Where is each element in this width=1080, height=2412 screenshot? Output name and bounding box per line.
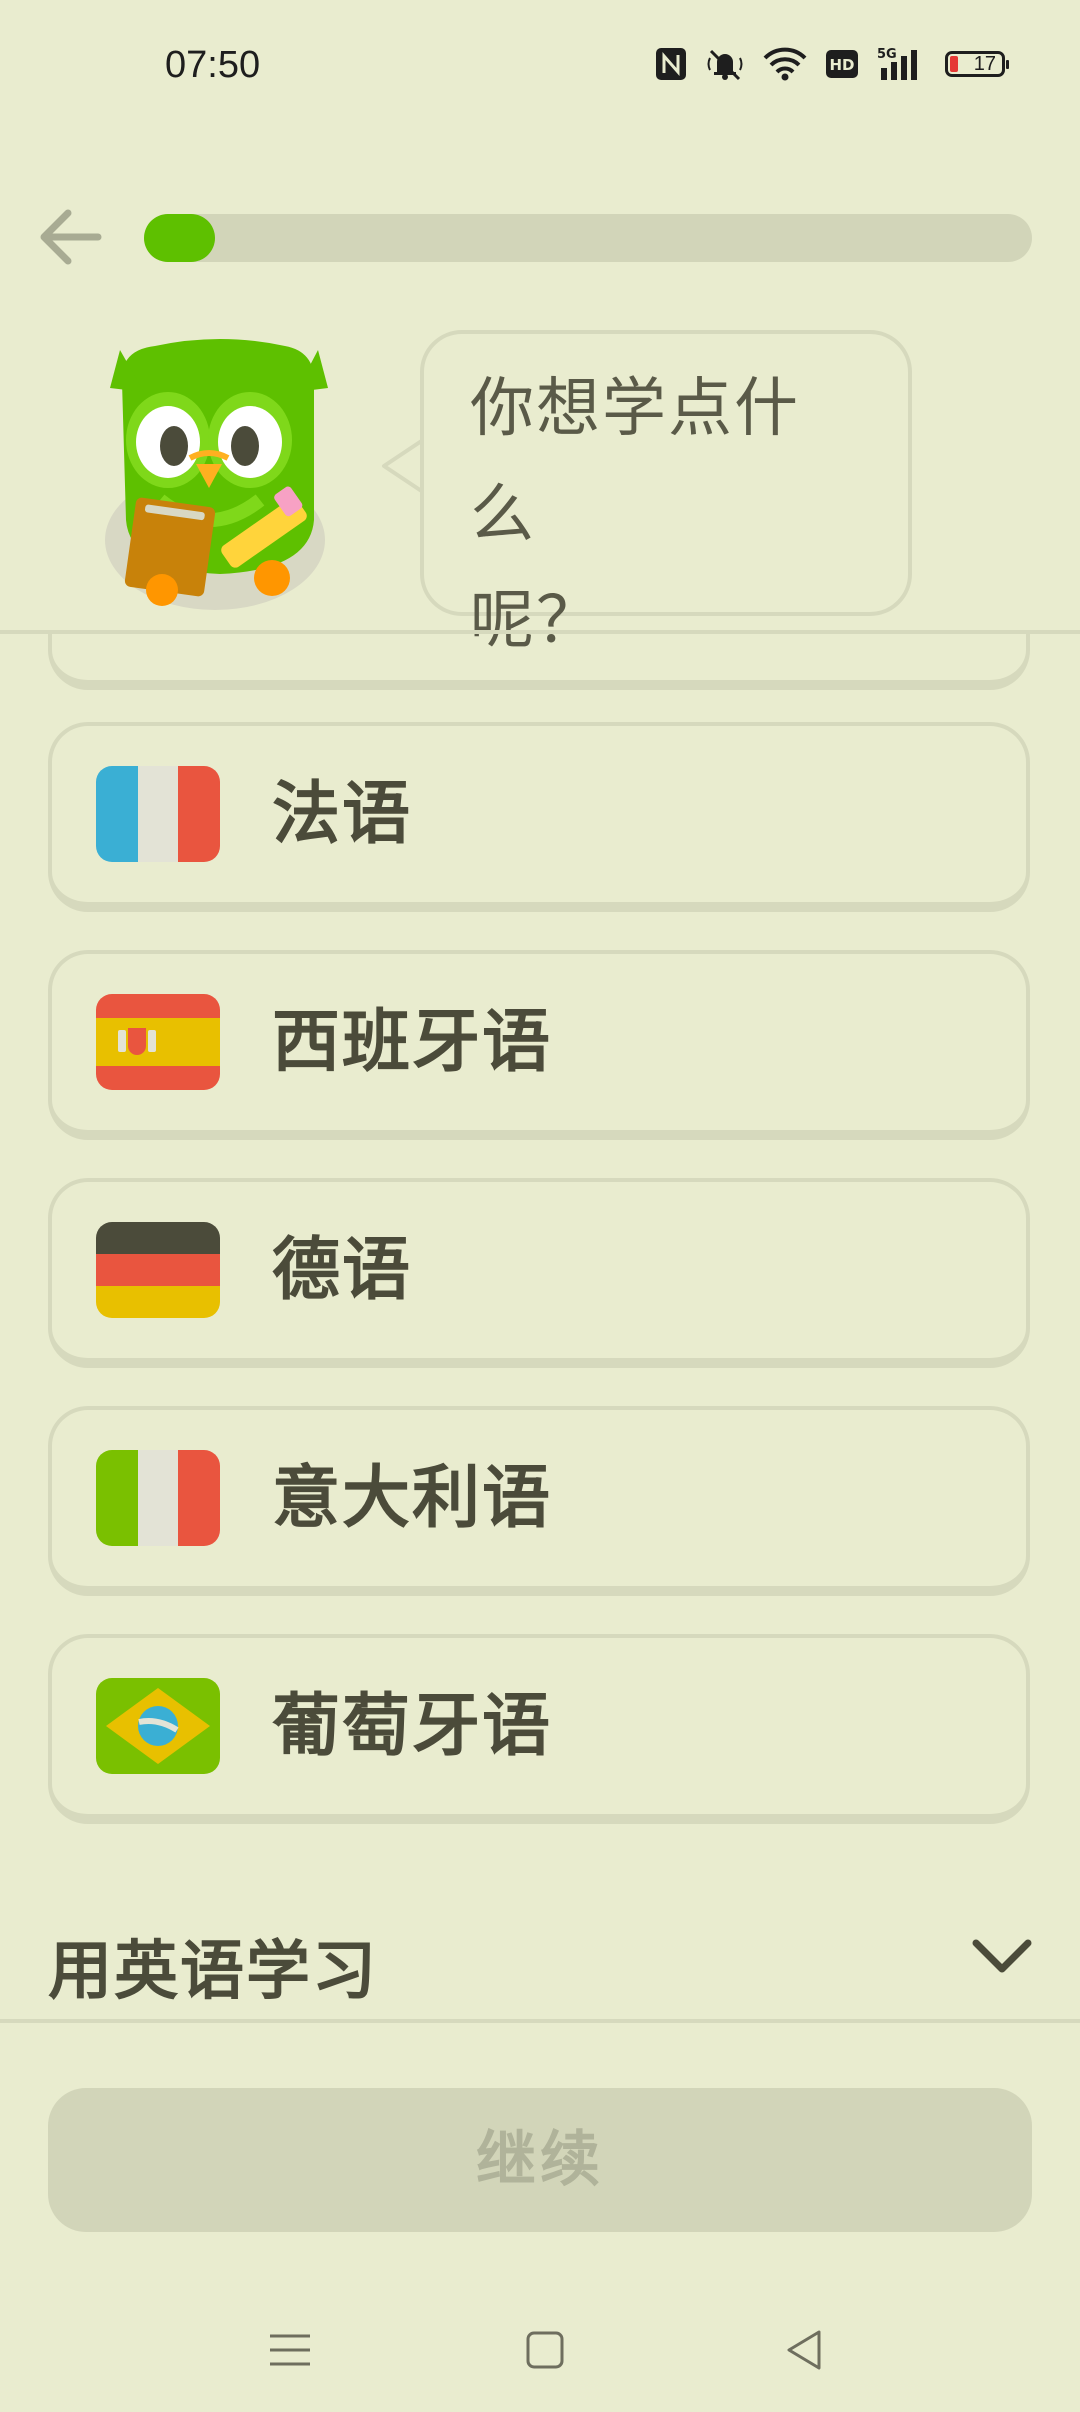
language-label: 德语 [272,1231,413,1310]
continue-button[interactable]: 继续 [48,2088,1032,2232]
progress-bar [144,214,1032,262]
system-nav-bar [0,2300,1080,2412]
language-label: 法语 [272,775,413,854]
back-arrow-icon[interactable] [32,195,112,275]
battery-icon: 17 [945,51,1009,77]
language-list[interactable]: 法语 西班牙语 德语 意大利语 葡萄牙语 [0,634,1080,2019]
home-icon[interactable] [515,2320,575,2380]
language-card-italian[interactable]: 意大利语 [48,1406,1030,1596]
spain-flag-icon [96,994,220,1090]
speech-bubble: 你想学点什么 呢？ [420,330,912,658]
france-flag-icon [96,766,220,862]
status-icons: HD 5G 17 [655,46,1009,82]
language-label: 西班牙语 [272,1003,553,1082]
mute-icon [707,49,743,81]
nfc-icon [656,48,686,80]
owl-mascot-icon [105,339,328,610]
battery-level: 17 [973,53,996,75]
status-bar: 07:50 HD 5G 17 [0,0,1080,130]
language-card-spanish[interactable]: 西班牙语 [48,950,1030,1140]
brazil-flag-icon [96,1678,220,1774]
menu-icon[interactable] [260,2320,320,2380]
wifi-icon [763,47,807,81]
language-card-french[interactable]: 法语 [48,722,1030,912]
language-label: 葡萄牙语 [272,1687,553,1766]
prompt-line-1: 你想学点什么 [470,372,800,552]
chevron-down-icon[interactable] [970,1935,1034,1979]
hd-icon: HD [826,50,858,78]
svg-text:HD: HD [829,56,854,74]
progress-fill [144,214,216,262]
learn-in-language-toggle[interactable]: 用英语学习 [48,1920,378,2012]
germany-flag-icon [96,1222,220,1318]
language-card-german[interactable]: 德语 [48,1178,1030,1368]
language-label: 意大利语 [272,1459,553,1538]
prompt-header: 你想学点什么 呢？ [0,310,1080,658]
language-card-partial[interactable] [48,634,1030,690]
status-time: 07:50 [165,44,261,86]
back-triangle-icon[interactable] [775,2320,835,2380]
top-row [0,195,1080,285]
svg-text:5G: 5G [877,47,897,62]
bottom-divider [0,2019,1080,2023]
5g-signal-icon: 5G [877,47,917,80]
language-card-portuguese[interactable]: 葡萄牙语 [48,1634,1030,1824]
italy-flag-icon [96,1450,220,1546]
